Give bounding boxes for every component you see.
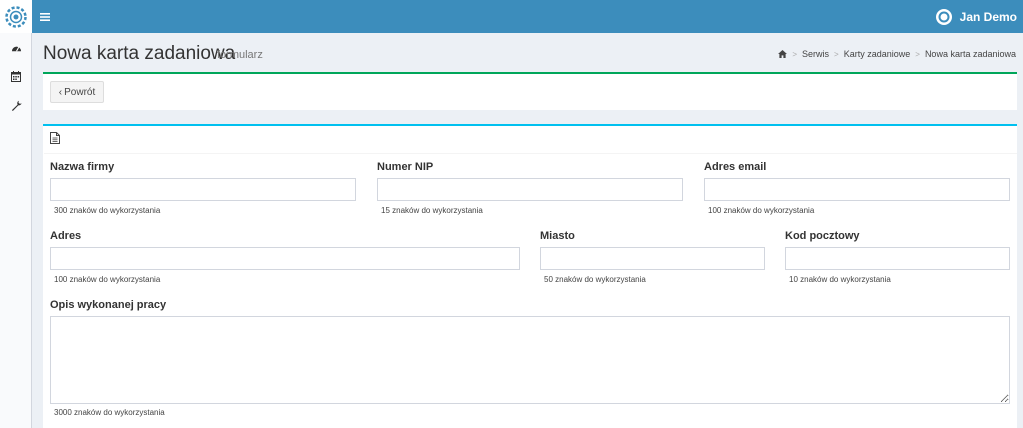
wrench-icon [11, 100, 22, 111]
nip-help: 15 znaków do wykorzystania [381, 206, 483, 215]
breadcrumb-current: Nowa karta zadaniowa [924, 49, 1016, 59]
form-divider [44, 153, 1017, 154]
top-navbar: Jan Demo [32, 0, 1023, 33]
toolbar-box [43, 72, 1017, 110]
user-name: Jan Demo [959, 9, 1017, 24]
dashboard-icon [11, 46, 21, 52]
breadcrumb: > Serwis > Karty zadaniowe > Nowa karta … [778, 49, 1016, 59]
document-icon [50, 132, 60, 144]
back-button[interactable]: ‹ Powrót [50, 81, 104, 103]
city-label: Miasto [540, 230, 575, 242]
company-help: 300 znaków do wykorzystania [54, 206, 161, 215]
email-help: 100 znaków do wykorzystania [708, 206, 815, 215]
breadcrumb-separator: > [792, 49, 798, 59]
nip-label: Numer NIP [377, 161, 434, 173]
breadcrumb-service[interactable]: Serwis [802, 49, 829, 59]
description-textarea[interactable] [50, 316, 1010, 404]
breadcrumb-separator: > [915, 49, 920, 59]
city-help: 50 znaków do wykorzystania [544, 275, 646, 284]
user-menu[interactable]: Jan Demo [935, 0, 1017, 33]
calendar-icon [11, 70, 21, 82]
app-logo[interactable] [0, 0, 32, 33]
breadcrumb-task-cards[interactable]: Karty zadaniowe [844, 49, 911, 59]
page-subtitle: formularz [217, 49, 263, 61]
address-help: 100 znaków do wykorzystania [54, 275, 161, 284]
address-label: Adres [50, 230, 82, 242]
sidebar-item-dashboard[interactable] [0, 34, 32, 62]
nip-input[interactable] [377, 178, 683, 201]
user-avatar-icon [935, 8, 952, 25]
gear-logo-icon [5, 5, 27, 28]
postal-code-label: Kod pocztowy [785, 230, 860, 242]
hamburger-icon [40, 13, 50, 21]
sidebar [0, 0, 32, 428]
company-label: Nazwa firmy [50, 161, 115, 173]
address-input[interactable] [50, 247, 520, 270]
home-icon[interactable] [778, 50, 788, 58]
description-label: Opis wykonanej pracy [50, 299, 167, 311]
postal-code-help: 10 znaków do wykorzystania [789, 275, 891, 284]
back-button-label: Powrót [64, 86, 96, 98]
sidebar-item-calendar[interactable] [0, 62, 32, 90]
description-help: 3000 znaków do wykorzystania [54, 408, 165, 417]
city-input[interactable] [540, 247, 765, 270]
breadcrumb-separator: > [834, 49, 839, 59]
page-title: Nowa karta zadaniowa [43, 43, 236, 64]
sidebar-item-service[interactable] [0, 91, 32, 119]
chevron-left-icon: ‹ [58, 86, 63, 98]
email-label: Adres email [704, 161, 767, 173]
company-input[interactable] [50, 178, 356, 201]
postal-code-input[interactable] [785, 247, 1010, 270]
sidebar-toggle-button[interactable] [40, 9, 54, 23]
email-input[interactable] [704, 178, 1010, 201]
